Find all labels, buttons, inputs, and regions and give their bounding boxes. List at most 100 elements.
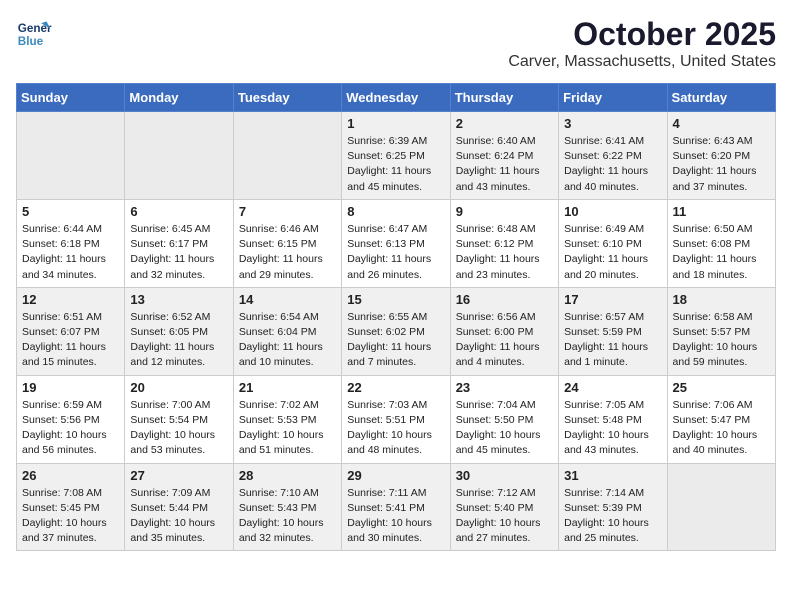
calendar-cell: 10 Sunrise: 6:49 AM Sunset: 6:10 PM Dayli… — [559, 199, 667, 287]
day-number: 3 — [564, 116, 661, 131]
day-number: 15 — [347, 292, 444, 307]
day-number: 20 — [130, 380, 227, 395]
day-number: 11 — [673, 204, 770, 219]
day-number: 14 — [239, 292, 336, 307]
day-number: 27 — [130, 468, 227, 483]
calendar-cell: 5Sunrise: 6:44 AM Sunset: 6:18 PM Daylig… — [17, 199, 125, 287]
calendar-cell: 29 Sunrise: 7:11 AM Sunset: 5:41 PM Dayli… — [342, 463, 450, 551]
day-number: 21 — [239, 380, 336, 395]
day-info: Sunrise: 7:11 AM Sunset: 5:41 PM Dayligh… — [347, 486, 444, 547]
day-number: 10 — [564, 204, 661, 219]
day-number: 25 — [673, 380, 770, 395]
calendar-cell: 23Sunrise: 7:04 AM Sunset: 5:50 PM Dayli… — [450, 375, 558, 463]
day-info: Sunrise: 6:47 AM Sunset: 6:13 PM Dayligh… — [347, 222, 444, 283]
day-info: Sunrise: 7:03 AM Sunset: 5:51 PM Dayligh… — [347, 398, 444, 459]
day-info: Sunrise: 6:45 AM Sunset: 6:17 PM Dayligh… — [130, 222, 227, 283]
day-number: 30 — [456, 468, 553, 483]
day-info: Sunrise: 7:10 AM Sunset: 5:43 PM Dayligh… — [239, 486, 336, 547]
calendar-week-row: 26 Sunrise: 7:08 AM Sunset: 5:45 PM Dayli… — [17, 463, 776, 551]
day-number: 6 — [130, 204, 227, 219]
calendar-cell: 2 Sunrise: 6:40 AM Sunset: 6:24 PM Daylig… — [450, 112, 558, 200]
calendar-week-row: 1 Sunrise: 6:39 AM Sunset: 6:25 PM Daylig… — [17, 112, 776, 200]
calendar-table: SundayMondayTuesdayWednesdayThursdayFrid… — [16, 83, 776, 551]
day-info: Sunrise: 6:55 AM Sunset: 6:02 PM Dayligh… — [347, 310, 444, 371]
day-info: Sunrise: 6:46 AM Sunset: 6:15 PM Dayligh… — [239, 222, 336, 283]
day-number: 13 — [130, 292, 227, 307]
day-number: 18 — [673, 292, 770, 307]
calendar-cell: 13 Sunrise: 6:52 AM Sunset: 6:05 PM Dayli… — [125, 287, 233, 375]
day-info: Sunrise: 7:04 AM Sunset: 5:50 PM Dayligh… — [456, 398, 553, 459]
calendar-cell: 17 Sunrise: 6:57 AM Sunset: 5:59 PM Dayli… — [559, 287, 667, 375]
day-info: Sunrise: 7:06 AM Sunset: 5:47 PM Dayligh… — [673, 398, 770, 459]
day-info: Sunrise: 6:57 AM Sunset: 5:59 PM Dayligh… — [564, 310, 661, 371]
day-info: Sunrise: 6:58 AM Sunset: 5:57 PM Dayligh… — [673, 310, 770, 371]
calendar-cell: 31 Sunrise: 7:14 AM Sunset: 5:39 PM Dayli… — [559, 463, 667, 551]
calendar-cell: 25 Sunrise: 7:06 AM Sunset: 5:47 PM Dayli… — [667, 375, 775, 463]
calendar-cell: 16Sunrise: 6:56 AM Sunset: 6:00 PM Dayli… — [450, 287, 558, 375]
calendar-cell: 15 Sunrise: 6:55 AM Sunset: 6:02 PM Dayli… — [342, 287, 450, 375]
day-info: Sunrise: 7:02 AM Sunset: 5:53 PM Dayligh… — [239, 398, 336, 459]
calendar-cell: 22 Sunrise: 7:03 AM Sunset: 5:51 PM Dayli… — [342, 375, 450, 463]
weekday-header: Thursday — [450, 84, 558, 112]
day-number: 1 — [347, 116, 444, 131]
day-number: 26 — [22, 468, 119, 483]
weekday-header: Saturday — [667, 84, 775, 112]
calendar-cell: 3 Sunrise: 6:41 AM Sunset: 6:22 PM Daylig… — [559, 112, 667, 200]
calendar-cell: 4 Sunrise: 6:43 AM Sunset: 6:20 PM Daylig… — [667, 112, 775, 200]
day-info: Sunrise: 6:39 AM Sunset: 6:25 PM Dayligh… — [347, 134, 444, 195]
calendar-cell: 7Sunrise: 6:46 AM Sunset: 6:15 PM Daylig… — [233, 199, 341, 287]
day-info: Sunrise: 6:50 AM Sunset: 6:08 PM Dayligh… — [673, 222, 770, 283]
calendar-cell: 8 Sunrise: 6:47 AM Sunset: 6:13 PM Daylig… — [342, 199, 450, 287]
calendar-cell: 26 Sunrise: 7:08 AM Sunset: 5:45 PM Dayli… — [17, 463, 125, 551]
day-info: Sunrise: 6:51 AM Sunset: 6:07 PM Dayligh… — [22, 310, 119, 371]
day-number: 22 — [347, 380, 444, 395]
day-info: Sunrise: 6:56 AM Sunset: 6:00 PM Dayligh… — [456, 310, 553, 371]
calendar-cell: 21 Sunrise: 7:02 AM Sunset: 5:53 PM Dayli… — [233, 375, 341, 463]
calendar-cell: 14 Sunrise: 6:54 AM Sunset: 6:04 PM Dayli… — [233, 287, 341, 375]
day-number: 28 — [239, 468, 336, 483]
day-number: 19 — [22, 380, 119, 395]
day-number: 17 — [564, 292, 661, 307]
day-number: 24 — [564, 380, 661, 395]
calendar-cell: 19 Sunrise: 6:59 AM Sunset: 5:56 PM Dayli… — [17, 375, 125, 463]
day-number: 9 — [456, 204, 553, 219]
day-info: Sunrise: 6:52 AM Sunset: 6:05 PM Dayligh… — [130, 310, 227, 371]
day-info: Sunrise: 7:14 AM Sunset: 5:39 PM Dayligh… — [564, 486, 661, 547]
weekday-header: Tuesday — [233, 84, 341, 112]
day-info: Sunrise: 6:59 AM Sunset: 5:56 PM Dayligh… — [22, 398, 119, 459]
day-number: 2 — [456, 116, 553, 131]
calendar-cell: 20Sunrise: 7:00 AM Sunset: 5:54 PM Dayli… — [125, 375, 233, 463]
calendar-cell: 27 Sunrise: 7:09 AM Sunset: 5:44 PM Dayli… — [125, 463, 233, 551]
calendar-cell: 6 Sunrise: 6:45 AM Sunset: 6:17 PM Daylig… — [125, 199, 233, 287]
day-info: Sunrise: 6:43 AM Sunset: 6:20 PM Dayligh… — [673, 134, 770, 195]
calendar-cell — [233, 112, 341, 200]
day-number: 31 — [564, 468, 661, 483]
calendar-cell — [667, 463, 775, 551]
day-info: Sunrise: 6:40 AM Sunset: 6:24 PM Dayligh… — [456, 134, 553, 195]
day-info: Sunrise: 6:54 AM Sunset: 6:04 PM Dayligh… — [239, 310, 336, 371]
logo-icon: General Blue — [16, 16, 52, 52]
day-number: 12 — [22, 292, 119, 307]
day-info: Sunrise: 7:09 AM Sunset: 5:44 PM Dayligh… — [130, 486, 227, 547]
day-number: 29 — [347, 468, 444, 483]
day-number: 4 — [673, 116, 770, 131]
calendar-cell: 12 Sunrise: 6:51 AM Sunset: 6:07 PM Dayli… — [17, 287, 125, 375]
weekday-header: Wednesday — [342, 84, 450, 112]
day-info: Sunrise: 6:49 AM Sunset: 6:10 PM Dayligh… — [564, 222, 661, 283]
day-info: Sunrise: 7:08 AM Sunset: 5:45 PM Dayligh… — [22, 486, 119, 547]
weekday-header-row: SundayMondayTuesdayWednesdayThursdayFrid… — [17, 84, 776, 112]
calendar-week-row: 19 Sunrise: 6:59 AM Sunset: 5:56 PM Dayli… — [17, 375, 776, 463]
calendar-week-row: 5Sunrise: 6:44 AM Sunset: 6:18 PM Daylig… — [17, 199, 776, 287]
day-number: 8 — [347, 204, 444, 219]
calendar-cell: 11 Sunrise: 6:50 AM Sunset: 6:08 PM Dayli… — [667, 199, 775, 287]
month-title: October 2025 — [508, 16, 776, 53]
page-header: General Blue October 2025 Carver, Massac… — [16, 16, 776, 71]
weekday-header: Monday — [125, 84, 233, 112]
day-number: 5 — [22, 204, 119, 219]
calendar-cell: 30Sunrise: 7:12 AM Sunset: 5:40 PM Dayli… — [450, 463, 558, 551]
day-info: Sunrise: 6:41 AM Sunset: 6:22 PM Dayligh… — [564, 134, 661, 195]
svg-text:Blue: Blue — [18, 35, 44, 48]
logo: General Blue — [16, 16, 52, 52]
calendar-cell: 24 Sunrise: 7:05 AM Sunset: 5:48 PM Dayli… — [559, 375, 667, 463]
day-info: Sunrise: 7:05 AM Sunset: 5:48 PM Dayligh… — [564, 398, 661, 459]
